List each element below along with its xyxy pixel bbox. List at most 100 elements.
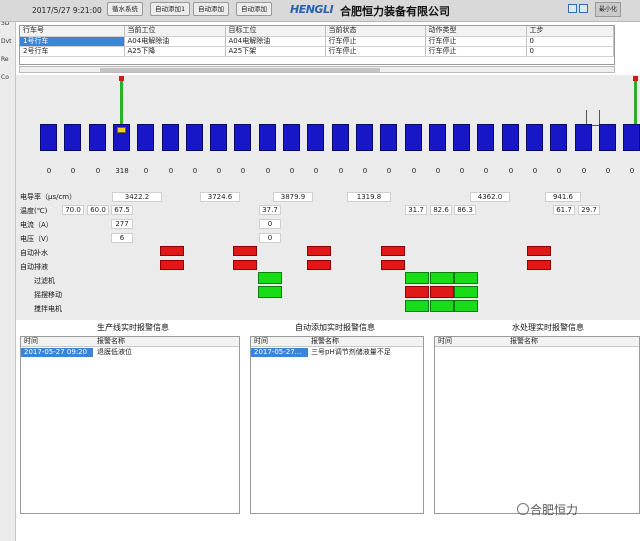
- temperature-value: 61.7: [553, 205, 575, 215]
- auto-drain-button[interactable]: [307, 260, 331, 270]
- tank-14[interactable]: [356, 124, 373, 151]
- auto-water-button[interactable]: [527, 246, 551, 256]
- tank-1[interactable]: [40, 124, 57, 151]
- column-header: 报警名称: [510, 337, 538, 345]
- swing-status-button[interactable]: [454, 286, 478, 298]
- tank-value: 0: [532, 167, 538, 175]
- tank-15[interactable]: [380, 124, 397, 151]
- tank-12[interactable]: [307, 124, 324, 151]
- table-cell: 行车停止: [425, 36, 527, 47]
- filter-status-button[interactable]: [258, 272, 282, 284]
- auto-drain-label: 自动排液: [20, 263, 48, 271]
- tank-25[interactable]: [623, 124, 640, 151]
- tank-value: 0: [362, 167, 368, 175]
- tank-20[interactable]: [502, 124, 519, 151]
- list-item[interactable]: 2017-05-27... 三号pH调节剂储液量不足: [251, 348, 423, 358]
- swing-status-button[interactable]: [405, 286, 429, 298]
- crane-1-indicator: [119, 76, 124, 81]
- tank-value: 0: [338, 167, 344, 175]
- column-header[interactable]: 工步: [526, 26, 614, 37]
- tank-13[interactable]: [332, 124, 349, 151]
- tank-10[interactable]: [259, 124, 276, 151]
- tank-value: 0: [240, 167, 246, 175]
- tank-19[interactable]: [477, 124, 494, 151]
- crane-2-post: [634, 78, 637, 124]
- filter-status-button[interactable]: [405, 272, 429, 284]
- tank-18[interactable]: [453, 124, 470, 151]
- tank-6[interactable]: [162, 124, 179, 151]
- scrollbar-thumb[interactable]: [100, 68, 380, 72]
- tank-8[interactable]: [210, 124, 227, 151]
- tank-5[interactable]: [137, 124, 154, 151]
- window-tile-icon[interactable]: [568, 4, 577, 13]
- tank-17[interactable]: [429, 124, 446, 151]
- column-header[interactable]: 动作类型: [425, 26, 527, 37]
- table-horizontal-scrollbar[interactable]: [19, 66, 615, 73]
- water-system-button[interactable]: 循水系统: [107, 2, 143, 16]
- temperature-value: 37.7: [259, 205, 281, 215]
- table-cell: A25下架: [225, 46, 326, 57]
- production-alarm-list[interactable]: 时间 报警名称 2017-05-27 09:20 退膜低液位: [20, 336, 240, 514]
- swing-status-button[interactable]: [430, 286, 454, 298]
- alarm-time: 2017-05-27...: [251, 348, 308, 357]
- column-header[interactable]: 当前状态: [325, 26, 426, 37]
- swing-status-button[interactable]: [258, 286, 282, 298]
- column-header: 时间: [254, 337, 268, 345]
- table-row[interactable]: 1号行车 A04电解除油 A04电解除油 行车停止 行车停止 0: [20, 36, 614, 47]
- auto-drain-button[interactable]: [160, 260, 184, 270]
- window-cascade-icon[interactable]: [579, 4, 588, 13]
- auto-drain-button[interactable]: [233, 260, 257, 270]
- alarm-name: 退膜低液位: [97, 348, 132, 356]
- tank-value: 0: [70, 167, 76, 175]
- crane-1-marker: [117, 127, 126, 133]
- table-cell: 1号行车: [20, 36, 125, 47]
- tank-value: 0: [46, 167, 52, 175]
- tank-3[interactable]: [89, 124, 106, 151]
- minimize-button[interactable]: 最小化: [595, 2, 621, 17]
- conductivity-value: 3879.9: [273, 192, 313, 202]
- auto-water-button[interactable]: [160, 246, 184, 256]
- tank-16[interactable]: [405, 124, 422, 151]
- auto-drain-button[interactable]: [527, 260, 551, 270]
- auto-add-2-button[interactable]: 自动添加: [193, 2, 229, 16]
- tank-24[interactable]: [599, 124, 616, 151]
- mixer-status-button[interactable]: [430, 300, 454, 312]
- filter-status-button[interactable]: [454, 272, 478, 284]
- crane-status-table: 行车号 当前工位 目标工位 当前状态 动作类型 工步 1号行车 A04电解除油 …: [19, 25, 615, 65]
- tank-7[interactable]: [186, 124, 203, 151]
- tank-9[interactable]: [234, 124, 251, 151]
- mixer-status-button[interactable]: [405, 300, 429, 312]
- tank-2[interactable]: [64, 124, 81, 151]
- tank-23[interactable]: [575, 124, 592, 151]
- auto-add-1-button[interactable]: 自动添加1: [150, 2, 191, 16]
- tank-value: 0: [289, 167, 295, 175]
- filter-status-button[interactable]: [430, 272, 454, 284]
- column-header[interactable]: 行车号: [20, 26, 125, 37]
- current-label: 电流（A）: [20, 221, 53, 229]
- table-row[interactable]: 2号行车 A25下降 A25下架 行车停止 行车停止 0: [20, 46, 614, 57]
- tank-21[interactable]: [526, 124, 543, 151]
- crane-1-post: [120, 78, 123, 124]
- tank-22[interactable]: [550, 124, 567, 151]
- left-side-panel: Re 3D Dvt Re Co: [0, 0, 16, 541]
- tank-11[interactable]: [283, 124, 300, 151]
- auto-add-3-button[interactable]: 自动添加: [236, 2, 272, 16]
- water-alarm-list[interactable]: 时间 报警名称: [434, 336, 640, 514]
- auto-water-button[interactable]: [307, 246, 331, 256]
- tank-value: 0: [459, 167, 465, 175]
- column-header[interactable]: 目标工位: [225, 26, 326, 37]
- list-item[interactable]: 2017-05-27 09:20 退膜低液位: [21, 348, 239, 358]
- auto-water-button[interactable]: [381, 246, 405, 256]
- alarm-time: 2017-05-27 09:20: [21, 348, 93, 357]
- auto-add-alarm-list[interactable]: 时间 报警名称 2017-05-27... 三号pH调节剂储液量不足: [250, 336, 424, 514]
- auto-drain-button[interactable]: [381, 260, 405, 270]
- table-cell: 2号行车: [20, 46, 125, 57]
- auto-water-button[interactable]: [233, 246, 257, 256]
- temperature-value: 70.0: [62, 205, 84, 215]
- mixer-status-button[interactable]: [454, 300, 478, 312]
- swing-label: 摇摆移动: [34, 291, 62, 299]
- mixer-label: 搅拌电机: [34, 305, 62, 313]
- column-header[interactable]: 当前工位: [124, 26, 226, 37]
- watermark: 合肥恒力: [530, 503, 579, 517]
- current-datetime: 2017/5/27 9:21:00: [32, 6, 102, 15]
